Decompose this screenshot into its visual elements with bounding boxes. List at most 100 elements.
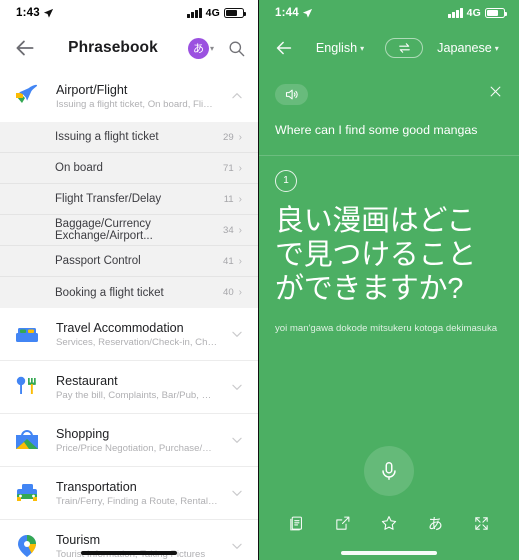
airplane-icon [10, 79, 44, 113]
fullscreen-icon[interactable] [469, 510, 495, 536]
star-icon[interactable] [376, 510, 402, 536]
target-text-panel: 1 良い漫画はどこで見つけることができますか? yoi man'gawa dok… [259, 155, 519, 336]
status-left: 1:44 [275, 7, 313, 19]
subitem-label: On board [55, 162, 103, 174]
category-row-shopping[interactable]: Shopping Price/Price Negotiation, Purcha… [0, 414, 258, 467]
chevron-down-icon: ▾ [209, 43, 214, 53]
subitem-count: 40 [222, 287, 234, 298]
category-row-airport-flight[interactable]: Airport/Flight Issuing a flight ticket, … [0, 70, 258, 122]
chevron-down-icon[interactable] [230, 539, 244, 553]
list-item[interactable]: On board 71 › [0, 153, 258, 184]
category-row-restaurant[interactable]: Restaurant Pay the bill, Complaints, Bar… [0, 361, 258, 414]
home-indicator [341, 551, 437, 555]
map-pin-icon [10, 529, 44, 560]
subitem-list-airport-flight[interactable]: Issuing a flight ticket 29 › On board 71… [0, 122, 258, 308]
dual-screenshot: 1:43 4G Phrasebook あ ▾ Airport/Flight Is… [0, 0, 519, 560]
source-text-panel: Where can I find some good mangas [259, 70, 519, 155]
subitem-label: Issuing a flight ticket [55, 131, 159, 143]
chevron-right-icon: › [238, 255, 242, 267]
chevron-down-icon[interactable] [230, 433, 244, 447]
location-arrow-icon [43, 8, 53, 18]
list-item[interactable]: Passport Control 41 › [0, 246, 258, 277]
share-icon[interactable] [330, 510, 356, 536]
list-item[interactable]: Issuing a flight ticket 29 › [0, 122, 258, 153]
category-title: Travel Accommodation [56, 320, 184, 335]
bus-icon [10, 476, 44, 510]
chevron-down-icon: ▾ [360, 43, 365, 53]
category-title: Tourism [56, 532, 101, 547]
chevron-right-icon: › [238, 224, 242, 236]
category-subtitle: Price/Price Negotiation, Purchase/Gift W… [56, 442, 218, 454]
network-label: 4G [205, 7, 220, 19]
status-left: 1:43 [16, 7, 54, 19]
list-item[interactable]: Booking a flight ticket 40 › [0, 277, 258, 308]
translation-screen: 1:44 4G English ▾ Japanese ▾ Where can I… [259, 0, 519, 560]
source-text: Where can I find some good mangas [275, 123, 478, 137]
chevron-down-icon[interactable] [230, 380, 244, 394]
back-arrow-icon[interactable] [273, 37, 295, 59]
kana-icon[interactable]: あ [422, 510, 448, 536]
close-icon[interactable] [488, 84, 503, 99]
category-text: Shopping Price/Price Negotiation, Purcha… [56, 427, 218, 454]
microphone-button[interactable] [364, 446, 414, 496]
bottom-toolbar[interactable]: あ [259, 510, 519, 536]
source-language-label: English [315, 41, 358, 55]
category-title: Restaurant [56, 373, 118, 388]
speaker-icon [285, 89, 298, 100]
category-title: Transportation [56, 479, 137, 494]
network-label: 4G [466, 7, 481, 19]
document-icon[interactable] [283, 510, 309, 536]
subitem-count: 29 [222, 131, 234, 143]
language-avatar-button[interactable]: あ ▾ [187, 37, 214, 59]
battery-icon [224, 8, 247, 18]
chevron-down-icon: ▾ [494, 43, 499, 53]
romanization-text: yoi man'gawa dokode mitsukeru kotoga dek… [275, 323, 498, 335]
subitem-label: Flight Transfer/Delay [55, 193, 162, 205]
category-title: Shopping [56, 426, 110, 441]
category-subtitle: Pay the bill, Complaints, Bar/Pub, Meal,… [56, 389, 218, 401]
list-item[interactable]: Baggage/Currency Exchange/Airport... 34 … [0, 215, 258, 246]
category-text: Restaurant Pay the bill, Complaints, Bar… [56, 374, 218, 401]
battery-icon [485, 8, 508, 18]
target-language-selector[interactable]: Japanese ▾ [431, 41, 505, 55]
location-arrow-icon [302, 8, 312, 18]
chevron-right-icon: › [238, 287, 242, 298]
swap-arrows-icon [398, 43, 410, 53]
status-right: 4G [448, 7, 508, 19]
category-text: Transportation Train/Ferry, Finding a Ro… [56, 480, 218, 507]
subitem-count: 71 [222, 162, 234, 174]
microphone-icon [382, 462, 396, 480]
category-row-travel-accommodation[interactable]: Travel Accommodation Services, Reservati… [0, 308, 258, 361]
mic-zone [259, 446, 519, 496]
app-header-left: Phrasebook あ ▾ [0, 26, 258, 70]
status-time: 1:43 [16, 7, 40, 19]
chevron-right-icon: › [238, 193, 242, 205]
chevron-right-icon: › [238, 162, 242, 174]
avatar: あ [187, 37, 209, 59]
chevron-up-icon[interactable] [230, 89, 244, 103]
subitem-label: Booking a flight ticket [55, 286, 164, 299]
chevron-down-icon[interactable] [230, 486, 244, 500]
back-arrow-icon[interactable] [12, 35, 38, 61]
speaker-button[interactable] [275, 84, 308, 105]
category-row-transportation[interactable]: Transportation Train/Ferry, Finding a Ro… [0, 467, 258, 520]
search-icon[interactable] [227, 39, 246, 58]
category-text: Travel Accommodation Services, Reservati… [56, 321, 218, 348]
category-subtitle: Services, Reservation/Check-in, Check-ou… [56, 336, 218, 348]
phrasebook-category-list[interactable]: Airport/Flight Issuing a flight ticket, … [0, 70, 258, 560]
chevron-down-icon[interactable] [230, 327, 244, 341]
list-item[interactable]: Flight Transfer/Delay 11 › [0, 184, 258, 215]
bed-icon [10, 317, 44, 351]
category-text: Airport/Flight Issuing a flight ticket, … [56, 83, 218, 110]
swap-languages-button[interactable] [385, 38, 423, 58]
page-title: Phrasebook [68, 39, 158, 56]
signal-icon [187, 8, 202, 18]
target-language-label: Japanese [437, 41, 492, 55]
category-text: Tourism Tourist Information, Taking Pict… [56, 533, 218, 560]
subitem-count: 41 [222, 255, 234, 267]
subitem-count: 34 [222, 224, 234, 236]
source-language-selector[interactable]: English ▾ [303, 41, 377, 55]
chevron-right-icon: › [238, 131, 242, 143]
signal-icon [448, 8, 463, 18]
translation-header: English ▾ Japanese ▾ [259, 26, 519, 70]
